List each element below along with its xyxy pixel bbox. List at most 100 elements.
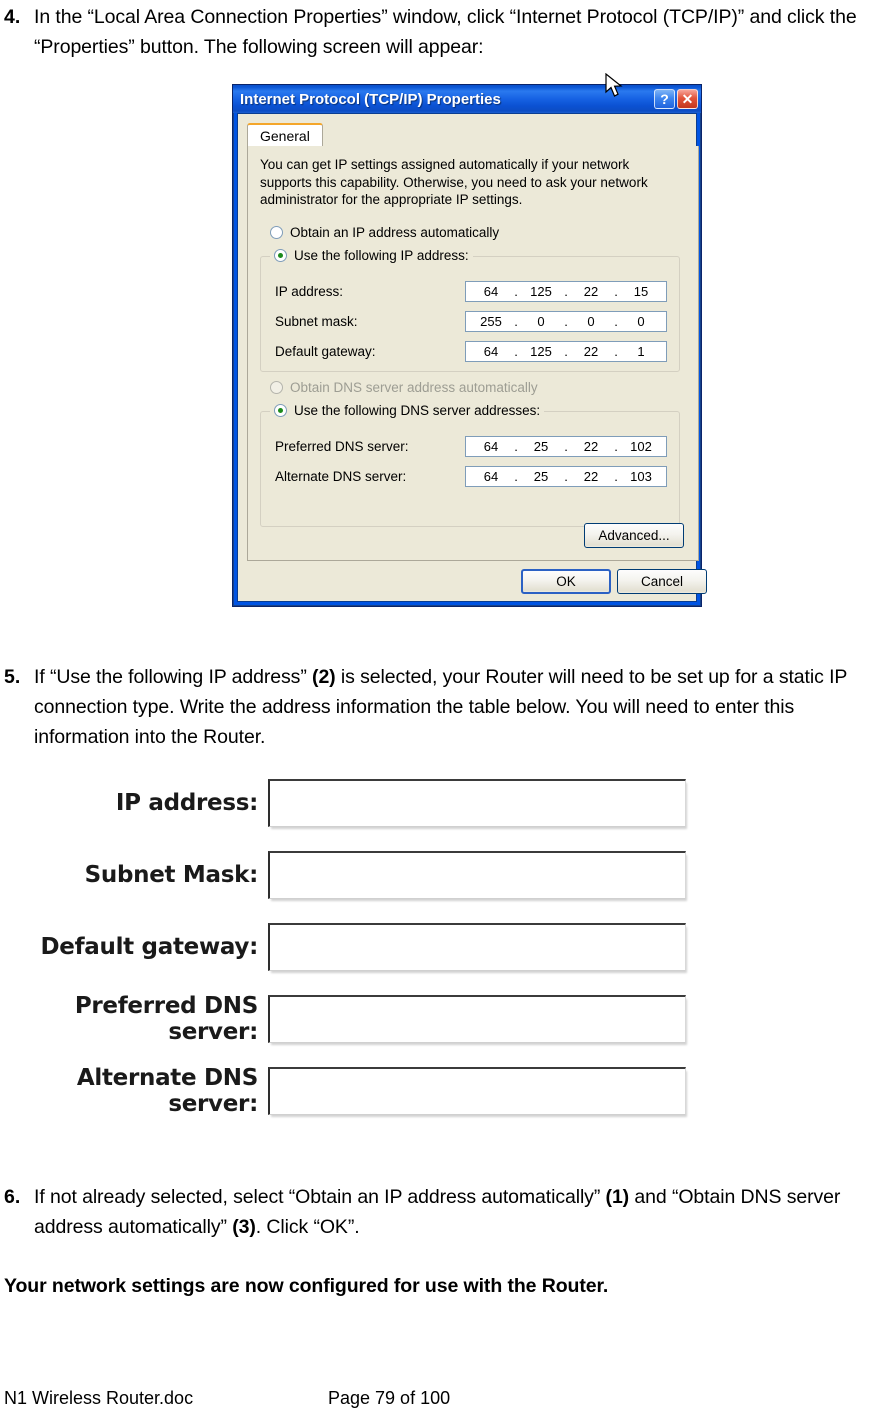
octet-3: 22 (583, 344, 599, 359)
subnet-mask-input[interactable]: 255 . 0 . 0 . 0 (465, 311, 667, 332)
radio-label: Use the following IP address: (294, 248, 469, 263)
octet-separator: . (564, 314, 568, 329)
octet-3: 22 (583, 439, 599, 454)
radio-use-following-dns[interactable]: Use the following DNS server addresses: (270, 403, 545, 418)
footer-page-number: Page 79 of 100 (328, 1388, 451, 1408)
octet-separator: . (514, 344, 518, 359)
form-row: IP address: (0, 778, 700, 828)
closing-statement: Your network settings are now configured… (4, 1275, 609, 1297)
form-row: Subnet Mask: (0, 850, 700, 900)
radio-label: Obtain DNS server address automatically (290, 380, 538, 395)
octet-separator: . (614, 314, 618, 329)
default-gateway-blank-field[interactable] (268, 923, 686, 971)
octet-separator: . (514, 439, 518, 454)
subnet-mask-blank-field[interactable] (268, 851, 686, 899)
octet-separator: . (514, 314, 518, 329)
octet-1: 64 (483, 469, 499, 484)
octet-2: 25 (533, 439, 549, 454)
field-label: Default gateway: (275, 344, 376, 359)
radio-button-icon (270, 381, 283, 394)
octet-4: 0 (637, 314, 645, 329)
field-label: Alternate DNS server: (275, 469, 407, 484)
radio-label: Obtain an IP address automatically (290, 225, 500, 240)
octet-3: 22 (583, 284, 599, 299)
form-label: Alternate DNS server: (76, 1065, 258, 1117)
octet-4: 103 (630, 469, 652, 484)
step-text: In the “Local Area Connection Properties… (34, 6, 857, 58)
field-label: Preferred DNS server: (275, 439, 409, 454)
octet-1: 64 (483, 439, 499, 454)
dialog-title-bar: Internet Protocol (TCP/IP) Properties ? … (233, 73, 701, 113)
preferred-dns-blank-field[interactable] (268, 995, 686, 1043)
close-button[interactable]: ✕ (677, 89, 698, 109)
instruction-step-4: 4. In the “Local Area Connection Propert… (0, 2, 878, 62)
dialog-title-buttons: ? ✕ (654, 89, 698, 109)
field-row-alternate-dns: Alternate DNS server: 64 . 25 . 22 . 103 (275, 465, 667, 488)
octet-separator: . (614, 439, 618, 454)
octet-4: 1 (637, 344, 645, 359)
form-label: Default gateway: (40, 934, 258, 960)
field-row-ip-address: IP address: 64 . 125 . 22 . 15 (275, 280, 667, 303)
cancel-button[interactable]: Cancel (617, 569, 707, 594)
ip-address-input[interactable]: 64 . 125 . 22 . 15 (465, 281, 667, 302)
radio-button-icon (274, 249, 287, 262)
ip-address-blank-field[interactable] (268, 779, 686, 827)
radio-button-icon (270, 226, 283, 239)
octet-2: 25 (533, 469, 549, 484)
field-label: Subnet mask: (275, 314, 358, 329)
octet-2: 125 (530, 344, 552, 359)
radio-use-following-ip[interactable]: Use the following IP address: (270, 248, 473, 263)
tcpip-properties-dialog: Internet Protocol (TCP/IP) Properties ? … (232, 73, 707, 607)
octet-separator: . (564, 439, 568, 454)
form-label: IP address: (115, 790, 258, 816)
octet-4: 15 (633, 284, 649, 299)
octet-2: 0 (537, 314, 545, 329)
advanced-button[interactable]: Advanced... (584, 523, 684, 548)
octet-1: 64 (483, 284, 499, 299)
octet-1: 255 (480, 314, 502, 329)
page-footer: N1 Wireless Router.doc Page 79 of 100 (0, 1388, 882, 1416)
octet-separator: . (614, 469, 618, 484)
instruction-step-6: 6. If not already selected, select “Obta… (0, 1182, 876, 1242)
dialog-intro-text: You can get IP settings assigned automat… (260, 157, 648, 207)
form-row: Alternate DNS server: (0, 1065, 700, 1117)
form-row: Preferred DNS server: (0, 993, 700, 1045)
radio-button-icon (274, 404, 287, 417)
alternate-dns-blank-field[interactable] (268, 1067, 686, 1115)
form-label: Subnet Mask: (84, 862, 259, 888)
step-number: 6. (4, 1186, 21, 1208)
octet-separator: . (514, 469, 518, 484)
octet-separator: . (614, 344, 618, 359)
form-label: Preferred DNS server: (74, 993, 258, 1045)
octet-4: 102 (630, 439, 652, 454)
step-text: If “Use the following IP address” (2) is… (34, 666, 847, 748)
octet-3: 22 (583, 469, 599, 484)
radio-obtain-dns-automatically[interactable]: Obtain DNS server address automatically (270, 380, 538, 395)
radio-label: Use the following DNS server addresses: (294, 403, 541, 418)
dialog-body: General You can get IP settings assigned… (237, 113, 707, 602)
tab-general[interactable]: General (247, 123, 323, 147)
field-row-default-gateway: Default gateway: 64 . 125 . 22 . 1 (275, 340, 667, 363)
tab-strip: General (247, 123, 699, 147)
octet-separator: . (564, 344, 568, 359)
blank-settings-form: IP address: Subnet Mask: Default gateway… (0, 775, 882, 1135)
default-gateway-input[interactable]: 64 . 125 . 22 . 1 (465, 341, 667, 362)
radio-obtain-ip-automatically[interactable]: Obtain an IP address automatically (270, 225, 499, 240)
footer-document-name: N1 Wireless Router.doc (4, 1388, 194, 1408)
general-tab-panel: You can get IP settings assigned automat… (247, 146, 699, 561)
form-row: Default gateway: (0, 922, 700, 972)
step-number: 4. (4, 6, 21, 28)
alternate-dns-input[interactable]: 64 . 25 . 22 . 103 (465, 466, 667, 487)
field-row-preferred-dns: Preferred DNS server: 64 . 25 . 22 . 102 (275, 435, 667, 458)
static-ip-group: Use the following IP address: IP address… (260, 248, 680, 372)
instruction-step-5: 5. If “Use the following IP address” (2)… (0, 662, 882, 752)
octet-separator: . (514, 284, 518, 299)
octet-separator: . (564, 469, 568, 484)
help-button[interactable]: ? (654, 89, 675, 109)
preferred-dns-input[interactable]: 64 . 25 . 22 . 102 (465, 436, 667, 457)
octet-separator: . (614, 284, 618, 299)
static-dns-group: Use the following DNS server addresses: … (260, 403, 680, 527)
octet-3: 0 (587, 314, 595, 329)
ok-button[interactable]: OK (521, 569, 611, 594)
field-label: IP address: (275, 284, 344, 299)
